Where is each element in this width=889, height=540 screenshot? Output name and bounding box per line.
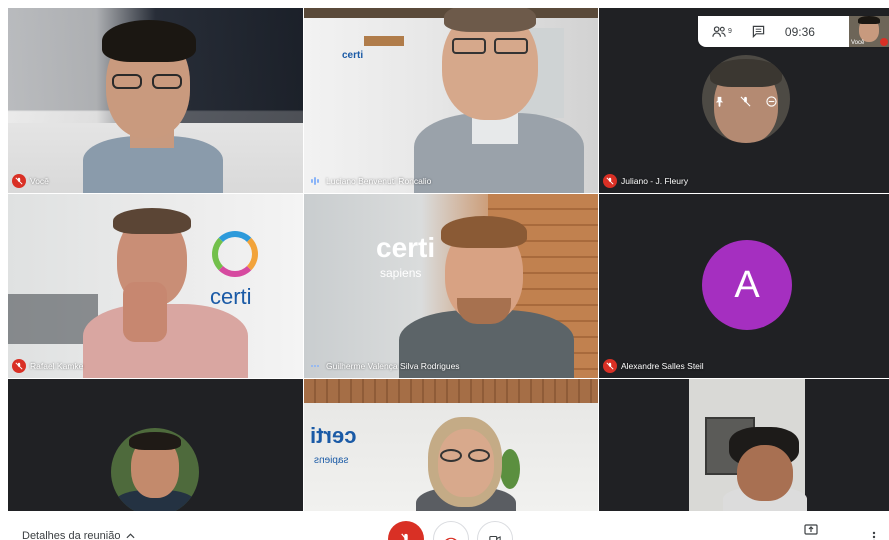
- participant-tile-7[interactable]: [8, 379, 303, 511]
- participant-tile-rafael[interactable]: certi Rafael Kamke: [8, 194, 303, 378]
- participant-video-guilherme: [399, 210, 574, 378]
- chat-icon: [752, 25, 765, 38]
- certi-mirror-logo: certi: [310, 423, 357, 448]
- participant-label: Você: [12, 174, 49, 188]
- video-grid: Você certi Luciano Benvenuti Roncalio Ju…: [8, 8, 889, 511]
- self-view-label: Você: [851, 40, 865, 46]
- participant-tile-alexandre[interactable]: A Alexandre Salles Steil: [599, 194, 889, 378]
- certi-logo: certi: [342, 50, 364, 61]
- self-view-thumbnail[interactable]: Você: [849, 16, 889, 47]
- tile-hover-controls: [712, 94, 778, 108]
- present-icon: [804, 524, 818, 535]
- participant-label: Luciano Benvenuti Roncalio: [308, 174, 431, 188]
- participant-tile-self[interactable]: Você: [8, 8, 303, 193]
- present-button[interactable]: [804, 523, 820, 537]
- participant-tile-8[interactable]: certi sapiens: [304, 379, 598, 511]
- avatar-letter: A: [734, 263, 760, 306]
- people-count: 9: [728, 28, 732, 35]
- participant-video-8: [416, 417, 516, 511]
- participant-tile-luciano[interactable]: certi Luciano Benvenuti Roncalio: [304, 8, 598, 193]
- meeting-topbar: 9 09:36 Você: [698, 16, 889, 47]
- more-icon: [872, 531, 876, 540]
- participant-video-rafael: [83, 204, 248, 378]
- mic-off-icon: [401, 533, 408, 540]
- participant-name: Você: [30, 176, 49, 186]
- mic-off-icon: [603, 174, 617, 188]
- participant-tile-9[interactable]: [599, 379, 889, 511]
- speaking-indicator-icon: [308, 359, 322, 373]
- speaking-indicator-icon: [308, 174, 322, 188]
- more-options-button[interactable]: [872, 530, 880, 540]
- meeting-details-button[interactable]: Detalhes da reunião: [22, 530, 135, 540]
- participant-name: Luciano Benvenuti Roncalio: [326, 176, 432, 186]
- remove-participant-icon[interactable]: [764, 94, 778, 108]
- mic-off-icon: [12, 359, 26, 373]
- pin-icon[interactable]: [712, 94, 726, 108]
- participant-avatar: [111, 428, 199, 511]
- participant-label: Guilherme Valença Silva Rodrigues: [308, 359, 460, 373]
- people-button[interactable]: 9: [712, 25, 732, 38]
- participant-label: Rafael Kamke: [12, 359, 83, 373]
- hangup-icon: [444, 537, 458, 540]
- participant-label: Juliano - J. Fleury: [603, 174, 688, 188]
- participant-avatar: A: [702, 240, 792, 330]
- participant-name: Rafael Kamke: [30, 361, 84, 371]
- participant-label: Alexandre Salles Steil: [603, 359, 704, 373]
- participant-video-9: [719, 427, 809, 511]
- camera-toggle-button[interactable]: [477, 521, 513, 540]
- meeting-clock: 09:36: [784, 24, 815, 39]
- mic-off-icon: [12, 174, 26, 188]
- sapiens-mirror-logo: sapiens: [314, 455, 349, 466]
- mute-participant-icon[interactable]: [738, 94, 752, 108]
- meeting-controls-bar: Detalhes da reunião: [0, 511, 889, 540]
- chat-button[interactable]: [752, 25, 765, 38]
- mic-off-icon: [603, 359, 617, 373]
- self-mic-off-icon: [880, 38, 888, 46]
- meet-window: Você certi Luciano Benvenuti Roncalio Ju…: [0, 0, 889, 540]
- camera-icon: [489, 535, 501, 540]
- people-icon: [712, 25, 726, 37]
- chevron-up-icon: [126, 533, 135, 539]
- participant-video-self: [78, 18, 228, 193]
- mic-toggle-button[interactable]: [388, 521, 424, 540]
- participant-name: Guilherme Valença Silva Rodrigues: [326, 361, 460, 371]
- participant-name: Alexandre Salles Steil: [621, 361, 704, 371]
- participant-video-luciano: [414, 8, 584, 193]
- meeting-details-label: Detalhes da reunião: [22, 530, 121, 540]
- hangup-button[interactable]: [433, 521, 469, 540]
- participant-tile-guilherme[interactable]: certi sapiens Guilherme Valença Silva Ro…: [304, 194, 598, 378]
- participant-name: Juliano - J. Fleury: [621, 176, 689, 186]
